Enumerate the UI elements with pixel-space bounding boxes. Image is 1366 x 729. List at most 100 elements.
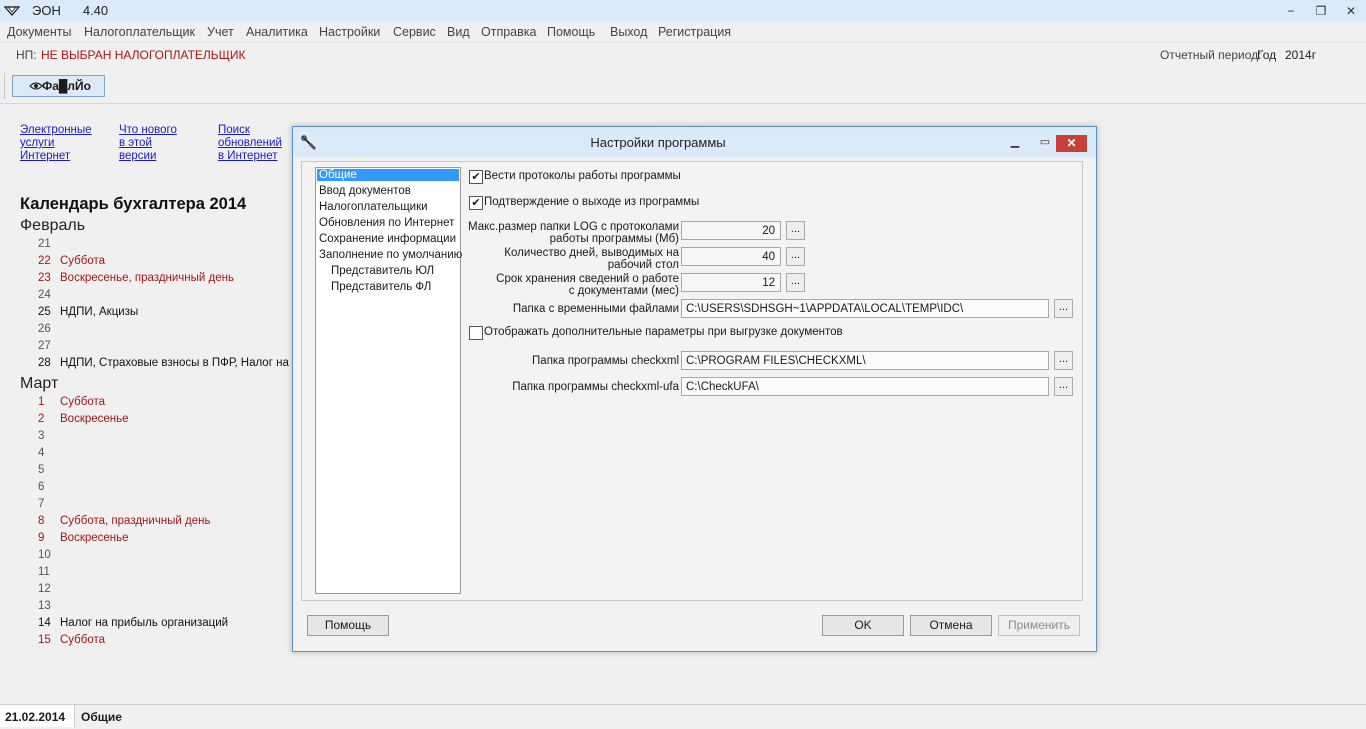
retention-field[interactable]: 12 — [681, 273, 781, 292]
calendar-day-number: 1 — [38, 396, 45, 408]
toolbar-separator — [4, 73, 5, 99]
settings-dialog: Настройки программы ▁ ▭ ✕ Общие Ввод док… — [292, 126, 1097, 652]
exit-confirm-checkbox[interactable]: ✔ — [469, 196, 483, 210]
calendar-day-number: 11 — [38, 566, 50, 578]
link-whats-new[interactable]: Что нового в этой версии — [119, 124, 177, 163]
cancel-button[interactable]: Отмена — [910, 615, 992, 636]
link-line: Электронные — [20, 124, 92, 136]
checkxml-browse-button[interactable]: ... — [1054, 351, 1073, 370]
calendar-day-text: Суббота — [60, 255, 106, 267]
files-button[interactable]: Фа█лЙо — [12, 75, 105, 97]
app-logo-icon — [4, 6, 20, 17]
calendar-day-text: Суббота — [60, 396, 106, 408]
status-date-cell: 21.02.2014 — [0, 705, 75, 727]
period-label: Отчетный период: — [1160, 48, 1262, 62]
taxpayer-bar: НП: НЕ ВЫБРАН НАЛОГОПЛАТЕЛЬЩИК Отчетный … — [0, 42, 1366, 70]
calendar-day-number: 21 — [38, 238, 51, 250]
log-size-browse-button[interactable]: ... — [786, 221, 805, 240]
checkxml-field[interactable]: C:\PROGRAM FILES\CHECKXML\ — [681, 351, 1049, 370]
nav-item-rep-individual[interactable]: Представитель ФЛ — [331, 281, 431, 293]
restore-button[interactable]: ❐ — [1306, 0, 1336, 22]
menu-help[interactable]: Помощь — [547, 25, 595, 39]
nav-item-rep-legal[interactable]: Представитель ЮЛ — [331, 265, 434, 277]
files-button-label: Фа█лЙо — [42, 79, 91, 93]
calendar-day-number: 15 — [38, 634, 51, 646]
calendar-day-number: 3 — [38, 430, 45, 442]
calendar-day-text: НДПИ, Акцизы — [60, 306, 139, 318]
log-size-label: Макс.размер папки LOG с протоколами рабо… — [433, 221, 679, 245]
retention-label: Срок хранения сведений о работе с докуме… — [433, 273, 679, 297]
menu-analytics[interactable]: Аналитика — [246, 25, 308, 39]
days-field[interactable]: 40 — [681, 247, 781, 266]
label-line: Макс.размер папки LOG с протоколами — [467, 221, 679, 233]
extra-params-label: Отображать дополнительные параметры при … — [484, 326, 843, 338]
toolbar: Фа█лЙо — [0, 69, 1366, 104]
taxpayer-value[interactable]: НЕ ВЫБРАН НАЛОГОПЛАТЕЛЬЩИК — [41, 48, 246, 62]
minimize-button[interactable]: − — [1276, 0, 1306, 22]
calendar-day-text: Суббота — [60, 634, 106, 646]
calendar-day-number: 26 — [38, 323, 51, 335]
extra-params-checkbox[interactable] — [469, 326, 483, 340]
ok-button[interactable]: OK — [822, 615, 904, 636]
checkxml-ufa-browse-button[interactable]: ... — [1054, 377, 1073, 396]
app-name: ЭОН — [32, 3, 61, 18]
calendar-day-number: 9 — [38, 532, 45, 544]
calendar-day-number: 22 — [38, 255, 51, 267]
calendar-day-number: 4 — [38, 447, 45, 459]
label-line: Срок хранения сведений о работе — [496, 273, 679, 285]
log-checkbox[interactable]: ✔ — [469, 170, 483, 184]
dialog-maximize-button[interactable]: ▭ — [1035, 135, 1055, 149]
calendar-day-text: Суббота, праздничный день — [60, 515, 211, 527]
log-size-field[interactable]: 20 — [681, 221, 781, 240]
nav-item-general[interactable]: Общие — [317, 169, 459, 181]
checkxml-ufa-field[interactable]: C:\CheckUFA\ — [681, 377, 1049, 396]
period-value[interactable]: 2014г — [1285, 48, 1316, 62]
nav-item-taxpayers[interactable]: Налогоплательщики — [319, 201, 428, 213]
menu-documents[interactable]: Документы — [7, 25, 71, 39]
calendar-day-text: НДПИ, Страховые взносы в ПФР, Налог на — [60, 357, 289, 369]
calendar-day-number: 5 — [38, 464, 45, 476]
link-line: в этой — [119, 137, 152, 149]
menu-taxpayer[interactable]: Налогоплательщик — [84, 25, 195, 39]
menu-exit[interactable]: Выход — [610, 25, 647, 39]
dialog-close-button[interactable]: ✕ — [1056, 135, 1087, 152]
calendar-day-text: Налог на прибыль организаций — [60, 617, 229, 629]
link-line: услуги — [20, 137, 55, 149]
nav-item-doc-input[interactable]: Ввод документов — [319, 185, 411, 197]
calendar-day-text: Воскресенье, праздничный день — [60, 272, 234, 284]
calendar-day-number: 14 — [38, 617, 51, 629]
period-type[interactable]: Год — [1257, 48, 1276, 62]
temp-folder-browse-button[interactable]: ... — [1054, 299, 1073, 318]
calendar-day-number: 23 — [38, 272, 51, 284]
calendar-day-number: 6 — [38, 481, 45, 493]
help-button[interactable]: Помощь — [307, 615, 389, 636]
dialog-minimize-button[interactable]: ▁ — [1005, 135, 1025, 149]
menu-accounting[interactable]: Учет — [207, 25, 234, 39]
dialog-title: Настройки программы — [590, 135, 726, 150]
apply-button[interactable]: Применить — [998, 615, 1080, 636]
menu-registration[interactable]: Регистрация — [658, 25, 731, 39]
exit-confirm-label: Подтверждение о выходе из программы — [484, 196, 700, 208]
link-e-services[interactable]: Электронные услуги Интернет — [20, 124, 92, 163]
retention-browse-button[interactable]: ... — [786, 273, 805, 292]
calendar-day-number: 8 — [38, 515, 45, 527]
link-check-updates[interactable]: Поиск обновлений в Интернет — [218, 124, 282, 163]
calendar-day-text: Воскресенье — [60, 532, 129, 544]
menu-view[interactable]: Вид — [447, 25, 470, 39]
calendar-day-number: 25 — [38, 306, 51, 318]
menu-service[interactable]: Сервис — [393, 25, 436, 39]
close-button[interactable]: ✕ — [1336, 0, 1366, 22]
menu-send[interactable]: Отправка — [481, 25, 536, 39]
label-line: работы программы (Мб) — [549, 233, 679, 245]
link-line: Поиск — [218, 124, 250, 136]
label-line: Количество дней, выводимых на — [504, 247, 679, 259]
temp-folder-label: Папка с временными файлами — [512, 303, 679, 315]
temp-folder-field[interactable]: C:\USERS\SDHSGH~1\APPDATA\LOCAL\TEMP\IDC… — [681, 299, 1049, 318]
title-bar: ЭОН 4.40 − ❐ ✕ — [0, 0, 1366, 23]
label-line: рабочий стол — [607, 259, 679, 271]
menu-settings[interactable]: Настройки — [319, 25, 380, 39]
days-browse-button[interactable]: ... — [786, 247, 805, 266]
menu-bar: Документы Налогоплательщик Учет Аналитик… — [0, 22, 1366, 42]
calendar-title: Календарь бухгалтера 2014 — [20, 195, 247, 213]
taxpayer-label: НП: — [16, 48, 37, 62]
